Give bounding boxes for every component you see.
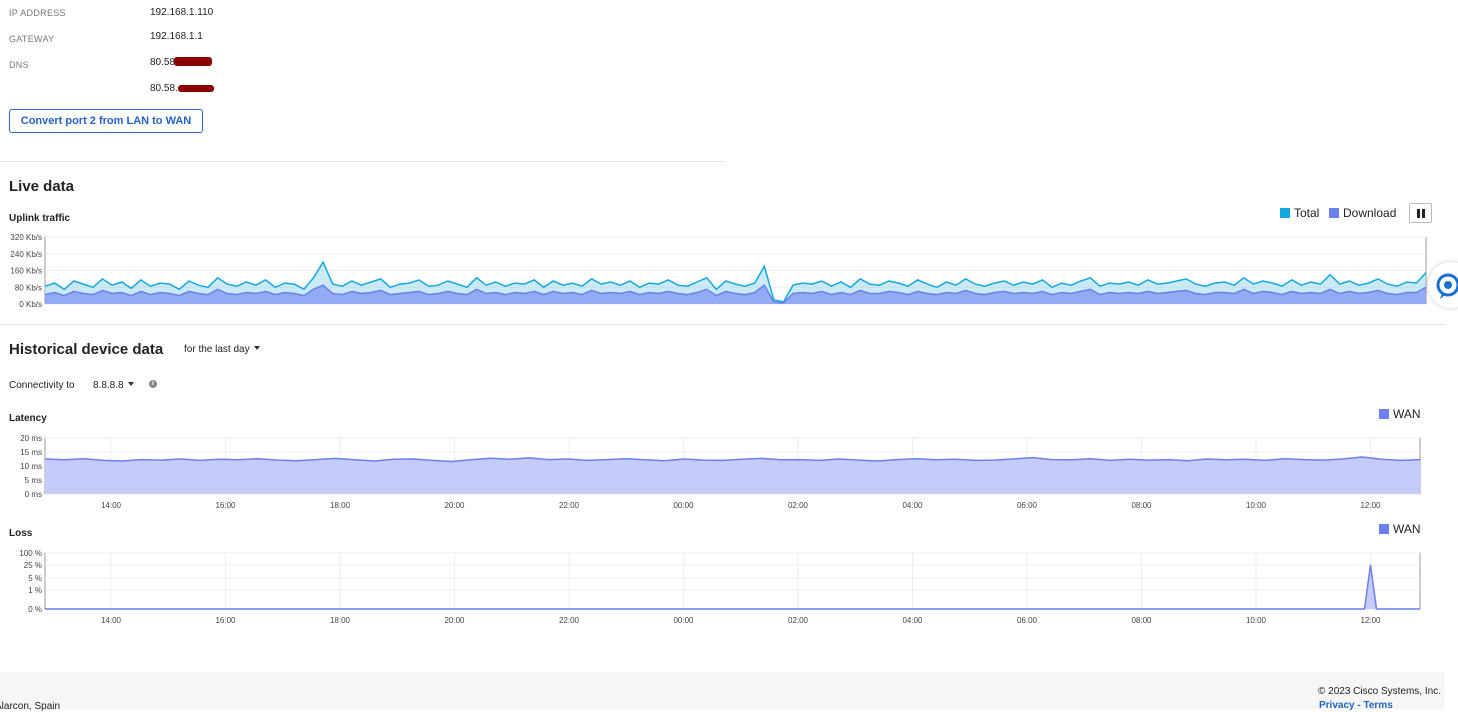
x-tick-label: 22:00 [559,501,580,510]
pause-icon [1417,209,1420,218]
x-tick-label: 14:00 [101,616,122,625]
legend-swatch-wan [1379,524,1389,534]
uplink-traffic-title: Uplink traffic [9,213,71,224]
y-tick-label: 5 % [28,574,42,583]
terms-link[interactable]: Terms [1363,700,1392,711]
x-tick-label: 22:00 [559,616,580,625]
dns-value-2: 80.58. [150,83,178,94]
y-tick-label: 20 ms [20,434,42,443]
chat-support-button[interactable] [1428,262,1458,308]
redaction-mark [178,85,214,92]
chat-icon [1436,273,1458,299]
y-tick-label: 80 Kb/s [15,283,42,292]
uplink-traffic-chart: 320 Kb/s 240 Kb/s 160 Kb/s 80 Kb/s 0 Kb/s [10,233,1427,309]
x-tick-label: 16:00 [215,616,236,625]
y-tick-label: 1 % [28,586,42,595]
dns-label: DNS [9,60,29,70]
x-tick-label: 08:00 [1131,501,1152,510]
footer-copyright: © 2023 Cisco Systems, Inc. [1318,686,1441,697]
gateway-label: GATEWAY [9,34,55,44]
live-data-title: Live data [9,178,75,195]
y-tick-label: 160 Kb/s [10,267,42,276]
gateway-value: 192.168.1.1 [150,31,203,42]
y-tick-label: 10 ms [20,462,42,471]
legend-wan-latency[interactable]: WAN [1379,407,1421,421]
footer-location: Alarcon, Spain [0,701,61,712]
connectivity-target-value: 8.8.8.8 [93,380,124,391]
y-tick-label: 5 ms [25,476,42,485]
y-tick-label: 0 % [28,605,42,614]
legend-wan-label: WAN [1393,522,1421,536]
x-tick-label: 08:00 [1131,616,1152,625]
x-tick-label: 12:00 [1360,616,1381,625]
legend-wan-loss[interactable]: WAN [1379,522,1421,536]
divider [0,161,725,162]
x-tick-label: 06:00 [1017,501,1038,510]
x-tick-label: 04:00 [902,501,923,510]
convert-port-button[interactable]: Convert port 2 from LAN to WAN [9,109,203,133]
chevron-down-icon [127,382,134,386]
x-tick-label: 00:00 [673,501,694,510]
x-tick-label: 02:00 [788,501,809,510]
latency-title: Latency [9,413,47,424]
legend-total-label: Total [1294,206,1320,220]
y-tick-label: 240 Kb/s [10,250,42,259]
x-tick-label: 10:00 [1246,501,1267,510]
loss-chart: 14:00 16:00 18:00 20:00 22:00 00:00 02:00 04:00… [19,549,1421,625]
legend-download[interactable]: Download [1329,206,1396,220]
x-tick-label: 20:00 [444,616,465,625]
y-tick-label: 100 % [19,549,42,558]
y-tick-label: 25 % [24,561,42,570]
x-tick-label: 04:00 [902,616,923,625]
time-range-dropdown[interactable]: for the last day [184,344,260,355]
x-tick-label: 18:00 [330,616,351,625]
pause-button[interactable] [1409,203,1432,223]
connectivity-label: Connectivity to [9,380,75,391]
footer: Alarcon, Spain © 2023 Cisco Systems, Inc… [0,672,1445,712]
x-tick-label: 20:00 [444,501,465,510]
legend-swatch-total [1280,208,1290,218]
y-tick-label: 320 Kb/s [10,233,42,242]
legend-wan-label: WAN [1393,407,1421,421]
x-tick-label: 06:00 [1017,616,1038,625]
plot-frame [44,552,1421,610]
connectivity-target-dropdown[interactable]: 8.8.8.8 [93,380,134,391]
x-tick-label: 10:00 [1246,616,1267,625]
pause-icon [1422,209,1425,218]
time-range-value: for the last day [184,344,250,355]
redaction-mark [174,57,212,66]
historical-title: Historical device data [9,341,164,358]
privacy-link[interactable]: Privacy [1319,700,1355,711]
x-tick-label: 00:00 [673,616,694,625]
legend-total[interactable]: Total [1280,206,1319,220]
x-tick-label: 16:00 [215,501,236,510]
loss-title: Loss [9,528,33,539]
x-tick-label: 02:00 [788,616,809,625]
ip-address-value: 192.168.1.110 [150,7,214,18]
chevron-down-icon [253,346,260,350]
legend-swatch-wan [1379,409,1389,419]
latency-chart: 14:00 16:00 18:00 20:00 22:00 00:00 02:00 04:00… [20,434,1421,510]
ip-address-label: IP ADDRESS [9,8,66,18]
x-tick-label: 18:00 [330,501,351,510]
divider [0,324,1445,325]
legend-download-label: Download [1343,206,1397,220]
x-tick-label: 14:00 [101,501,122,510]
series-area-wan [45,457,1420,494]
x-tick-label: 12:00 [1360,501,1381,510]
legend-swatch-download [1329,208,1339,218]
y-tick-label: 15 ms [20,448,42,457]
info-icon[interactable]: i [149,380,157,388]
y-tick-label: 0 Kb/s [19,300,42,309]
y-tick-label: 0 ms [25,490,42,499]
